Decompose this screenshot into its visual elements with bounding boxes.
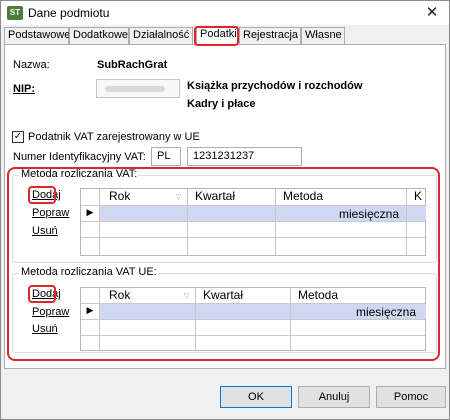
column-header-kwartal[interactable]: Kwartał — [189, 189, 235, 205]
vat-delete-button[interactable]: Usuń — [32, 225, 58, 237]
window-title: Dane podmiotu — [28, 6, 110, 20]
grid-column-divider — [99, 189, 100, 255]
vat-method-grid[interactable]: Rok ▽ Kwartał Metoda K ▶ miesięczna — [80, 188, 426, 256]
title-bar: ST Dane podmiotu ✕ — [1, 1, 449, 25]
vat-add-highlight — [28, 186, 56, 204]
tab-wlasne[interactable]: Własne — [301, 27, 345, 44]
nip-label: NIP: — [13, 83, 35, 95]
nip-redacted-value — [105, 86, 165, 92]
grid-row-separator — [81, 319, 425, 320]
close-icon[interactable]: ✕ — [421, 3, 443, 23]
vat-country-field[interactable]: PL — [151, 147, 181, 166]
grid-column-divider — [99, 288, 100, 350]
vat-number-field[interactable]: 1231231237 — [187, 147, 302, 166]
column-header-metoda[interactable]: Metoda — [277, 189, 323, 205]
vat-method-title: Metoda rozliczania VAT: — [19, 168, 140, 180]
ok-button[interactable]: OK — [220, 386, 292, 408]
column-header-rok[interactable]: Rok — [103, 288, 130, 304]
tab-podatki-highlight — [194, 26, 239, 46]
sort-indicator-icon: ▽ — [184, 293, 190, 300]
grid-column-divider — [275, 189, 276, 255]
tab-dodatkowe[interactable]: Dodatkowe — [69, 27, 129, 44]
dialog-window: ST Dane podmiotu ✕ Podstawowe Dodatkowe … — [0, 0, 450, 420]
vat-eu-checkbox-label: Podatnik VAT zarejestrowany w UE — [28, 131, 200, 143]
nip-field[interactable] — [96, 79, 180, 98]
name-value: SubRachGrat — [97, 59, 168, 71]
vat-ue-edit-button[interactable]: Popraw — [32, 306, 69, 318]
tab-rejestracja[interactable]: Rejestracja — [239, 27, 301, 44]
column-header-metoda[interactable]: Metoda — [292, 288, 338, 304]
vat-ue-add-highlight — [28, 285, 56, 303]
app-logo-icon: ST — [7, 6, 23, 20]
grid-row-separator — [81, 335, 425, 336]
tax-form-ksiazka: Książka przychodów i rozchodów — [187, 80, 363, 92]
vat-id-label: Numer Identyfikacyjny VAT: — [13, 151, 146, 163]
cancel-button[interactable]: Anuluj — [298, 386, 370, 408]
vat-ue-delete-button[interactable]: Usuń — [32, 323, 58, 335]
row-pointer-icon: ▶ — [86, 305, 94, 315]
grid-column-divider — [406, 189, 407, 255]
tab-dzialalnosc[interactable]: Działalność — [129, 27, 193, 44]
name-label: Nazwa: — [13, 59, 50, 71]
cell-metoda: miesięczna — [355, 305, 416, 319]
tax-form-kadry: Kadry i płace — [187, 98, 256, 110]
vat-eu-checkbox[interactable]: ✓ — [12, 131, 24, 143]
vat-edit-button[interactable]: Popraw — [32, 207, 69, 219]
sort-indicator-icon: ▽ — [176, 194, 182, 201]
vat-ue-method-title: Metoda rozliczania VAT UE: — [19, 266, 159, 278]
vat-ue-method-grid[interactable]: Rok ▽ Kwartał Metoda ▶ miesięczna — [80, 287, 426, 351]
row-pointer-icon: ▶ — [86, 207, 94, 217]
tab-podstawowe[interactable]: Podstawowe — [4, 27, 70, 44]
grid-row-separator — [81, 237, 425, 238]
column-header-k[interactable]: K — [408, 189, 422, 205]
grid-column-divider — [290, 288, 291, 350]
cell-metoda: miesięczna — [338, 207, 399, 221]
help-button[interactable]: Pomoc — [376, 386, 446, 408]
grid-column-divider — [195, 288, 196, 350]
column-header-kwartal[interactable]: Kwartał — [197, 288, 243, 304]
column-header-rok[interactable]: Rok — [103, 189, 130, 205]
grid-column-divider — [187, 189, 188, 255]
grid-row-separator — [81, 221, 425, 222]
